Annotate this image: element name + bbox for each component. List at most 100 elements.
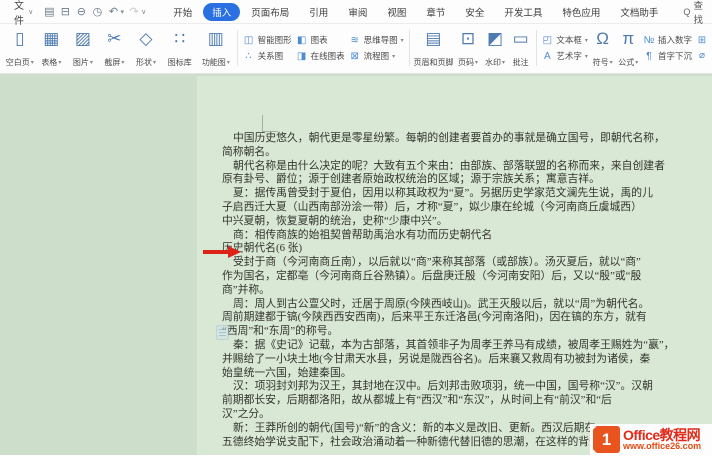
textbox-group: ◰ 文本框▾ A 艺术字▾ xyxy=(539,26,590,70)
export-icon[interactable]: ⊖ xyxy=(75,2,87,22)
doc-line[interactable]: 简称朝名。 xyxy=(222,146,702,160)
smart-graphics-button[interactable]: ◫ 智能图形 xyxy=(243,34,292,46)
doc-line[interactable]: 前期都长安，后期都洛阳，故从都城上有“西汉”和“东汉”，从时间上有“前汉”和“后 xyxy=(222,394,702,408)
red-callout-arrow xyxy=(203,246,241,258)
flowchart-label: 流程图 xyxy=(364,50,390,62)
search-button[interactable]: Q 查找 xyxy=(683,0,704,26)
tab-references[interactable]: 引用 xyxy=(300,3,337,21)
object-window-button[interactable]: ⊞ xyxy=(696,35,708,46)
ribbon-collapse-icon[interactable]: ∨ xyxy=(141,8,146,16)
file-menu-button[interactable]: 文件 ∨ xyxy=(8,0,39,27)
equation-label: 公式 xyxy=(618,57,634,68)
comment-button[interactable]: ▭ 批注 xyxy=(509,26,533,70)
tab-view[interactable]: 视图 xyxy=(378,3,415,21)
online-chart-button[interactable]: ◨ 在线图表 xyxy=(296,50,345,62)
tab-review[interactable]: 审阅 xyxy=(339,3,376,21)
doc-line[interactable]: 并赐给了一小块土地(今甘肃天水县，另说是陇西谷名)。后来襄又救周有功被封为诸侯，… xyxy=(222,353,702,367)
mind-map-label: 思维导图 xyxy=(364,34,398,46)
doc-line[interactable]: 朝代名称是由什么决定的呢？大致有五个来由：由部族、部落联盟的名称而来，来自创建者 xyxy=(222,160,702,174)
brand-badge-icon: 1 xyxy=(593,426,620,453)
drop-cap-label: 首字下沉 xyxy=(658,50,692,62)
drop-cap-button[interactable]: ¶ 首字下沉 xyxy=(643,50,692,62)
clipboard-marker-icon[interactable] xyxy=(216,325,229,340)
tab-developer[interactable]: 开发工具 xyxy=(495,3,551,21)
blank-page-label: 空白页 xyxy=(6,57,30,68)
chart-button[interactable]: ◧ 图表 xyxy=(296,34,345,46)
doc-line[interactable]: 中国历史悠久，朝代更是零星纷繁。每朝的创建者要首办的事就是确立国号，即朝代名称， xyxy=(222,132,702,146)
blank-page-button[interactable]: ▯ 空白页▾ xyxy=(4,26,36,70)
equation-button[interactable]: π 公式▾ xyxy=(615,26,641,70)
comment-label: 批注 xyxy=(513,57,529,68)
undo-dropdown-icon[interactable]: ▾ xyxy=(121,8,125,16)
smart-graphics-icon: ◫ xyxy=(243,35,255,46)
relation-map-button[interactable]: ∴ 关系图 xyxy=(243,50,292,62)
doc-line[interactable]: 周：周人到古公亶父时，迁居于周原(今陕西岐山)。武王灭殷以后，就以“周”为朝代名… xyxy=(222,298,702,312)
flowchart-button[interactable]: ⊠ 流程图▾ xyxy=(349,50,404,62)
print-icon[interactable]: ⊟ xyxy=(59,2,71,22)
doc-line[interactable]: 始皇统一六国，始建秦国。 xyxy=(222,367,702,381)
doc-line[interactable]: 作为国名，定都亳（今河南商丘谷熟镇）。后盘庚迁殷（今河南安阳）后，又以“殷”或“… xyxy=(222,270,702,284)
document-canvas: 中国历史悠久，朝代更是零星纷繁。每朝的创建者要首办的事就是确立国号，即朝代名称，… xyxy=(0,74,712,455)
doc-line[interactable]: 汉”之分。 xyxy=(222,408,702,422)
screenshot-label: 截屏 xyxy=(104,57,120,68)
chevron-down-icon: ▾ xyxy=(153,59,156,66)
attachment-icon: ⌀ xyxy=(696,50,708,61)
doc-line[interactable]: 原有卦号、爵位；源于创建者原始政权统治的区域；源于宗族关系；寓意吉祥。 xyxy=(222,173,702,187)
chevron-down-icon: ▾ xyxy=(401,37,404,44)
ribbon-separator xyxy=(536,30,537,66)
doc-line[interactable]: 中兴夏朝，恢复夏朝的统治，史称“少康中兴”。 xyxy=(222,215,702,229)
tab-home[interactable]: 开始 xyxy=(164,3,201,21)
doc-line[interactable]: “西周”和“东周”的称号。 xyxy=(222,325,702,339)
insert-number-button[interactable]: № 插入数字 xyxy=(643,34,692,46)
ribbon-toolbar: ▯ 空白页▾ ▦ 表格▾ ▨ 图片▾ ✂ 截屏▾ ◇ 形状▾ ∷ 图标库 ▥ 功… xyxy=(0,24,712,74)
function-chart-button[interactable]: ▥ 功能图▾ xyxy=(198,26,234,70)
watermark-button[interactable]: ◩ 水印▾ xyxy=(482,26,509,70)
save-icon[interactable]: ▤ xyxy=(43,2,55,22)
chevron-down-icon: ▾ xyxy=(121,59,124,66)
doc-line[interactable]: 商：相传商族的始祖契曾帮助禹治水有功而历史朝代名 xyxy=(222,229,702,243)
icon-library-icon: ∷ xyxy=(174,29,185,49)
screenshot-button[interactable]: ✂ 截屏▾ xyxy=(99,26,131,70)
doc-line[interactable]: 秦：据《史记》记载，本为古部落，其首领非子为周孝王养马有成绩，被周孝王赐姓为“嬴… xyxy=(222,339,702,353)
doc-line[interactable]: 夏：据传禹曾受封于夏伯，因用以称其政权为“夏”。另据历史学家范文澜先生说，禹的儿 xyxy=(222,187,702,201)
header-footer-button[interactable]: ▤ 页眉和页脚 xyxy=(412,26,454,70)
tab-security[interactable]: 安全 xyxy=(456,3,493,21)
chevron-down-icon: ▾ xyxy=(585,37,588,44)
watermark-label: 水印 xyxy=(485,57,501,68)
tab-document-assistant[interactable]: 文档助手 xyxy=(611,3,667,21)
mind-map-icon: ≋ xyxy=(349,35,361,46)
doc-line[interactable]: 商”并称。 xyxy=(222,284,702,298)
doc-line-highlighted[interactable]: 历史朝代名(6 张) xyxy=(222,242,702,256)
window-icon: ⊞ xyxy=(696,35,708,46)
tab-insert[interactable]: 插入 xyxy=(203,3,240,21)
document-page[interactable]: 中国历史悠久，朝代更是零星纷繁。每朝的创建者要首办的事就是确立国号，即朝代名称，… xyxy=(197,76,712,455)
page-number-label: 页码 xyxy=(458,57,474,68)
tab-page-layout[interactable]: 页面布局 xyxy=(242,3,298,21)
insert-number-label: 插入数字 xyxy=(658,34,692,46)
table-button[interactable]: ▦ 表格▾ xyxy=(36,26,68,70)
doc-line[interactable]: 受封于商（今河南商丘南），以后就以“商”来称其部落（或部族）。汤灭夏后，就以“商… xyxy=(222,256,702,270)
shapes-icon: ◇ xyxy=(139,29,152,49)
symbol-label: 符号 xyxy=(593,57,609,68)
text-box-button[interactable]: ◰ 文本框▾ xyxy=(541,34,588,46)
symbol-button[interactable]: Ω 符号▾ xyxy=(590,26,616,70)
ribbon-separator xyxy=(237,30,238,66)
undo-icon[interactable]: ↶ xyxy=(107,2,119,22)
mind-map-button[interactable]: ≋ 思维导图▾ xyxy=(349,34,404,46)
print-preview-icon[interactable]: ◷ xyxy=(91,2,103,22)
doc-line[interactable]: 汉：项羽封刘邦为汉王，其封地在汉中。后刘邦击败项羽，统一中国，国号称“汉”。汉朝 xyxy=(222,380,702,394)
doc-line[interactable]: 周前期建都于镐(今陕西西安西南)，后来平王东迁洛邑(今河南洛阳)，因在镐的东方，… xyxy=(222,311,702,325)
doc-line[interactable]: 子启西迁大夏（山西南部汾浍一带）后，才称“夏”，姒少康在纶城（今河南商丘虞城西） xyxy=(222,201,702,215)
chart-label: 图表 xyxy=(311,34,328,46)
picture-button[interactable]: ▨ 图片▾ xyxy=(67,26,99,70)
tab-section[interactable]: 章节 xyxy=(417,3,454,21)
icon-library-button[interactable]: ∷ 图标库 xyxy=(162,26,198,70)
shapes-button[interactable]: ◇ 形状▾ xyxy=(130,26,162,70)
flowchart-icon: ⊠ xyxy=(349,51,361,62)
brand-url: www.office26.com xyxy=(623,442,701,451)
attachment-button[interactable]: ⌀ xyxy=(696,50,708,61)
tab-special-features[interactable]: 特色应用 xyxy=(553,3,609,21)
wordart-button[interactable]: A 艺术字▾ xyxy=(541,50,588,62)
menu-tabs: 开始 插入 页面布局 引用 审阅 视图 章节 安全 开发工具 特色应用 文档助手 xyxy=(164,3,667,21)
page-number-button[interactable]: ⊡ 页码▾ xyxy=(454,26,481,70)
